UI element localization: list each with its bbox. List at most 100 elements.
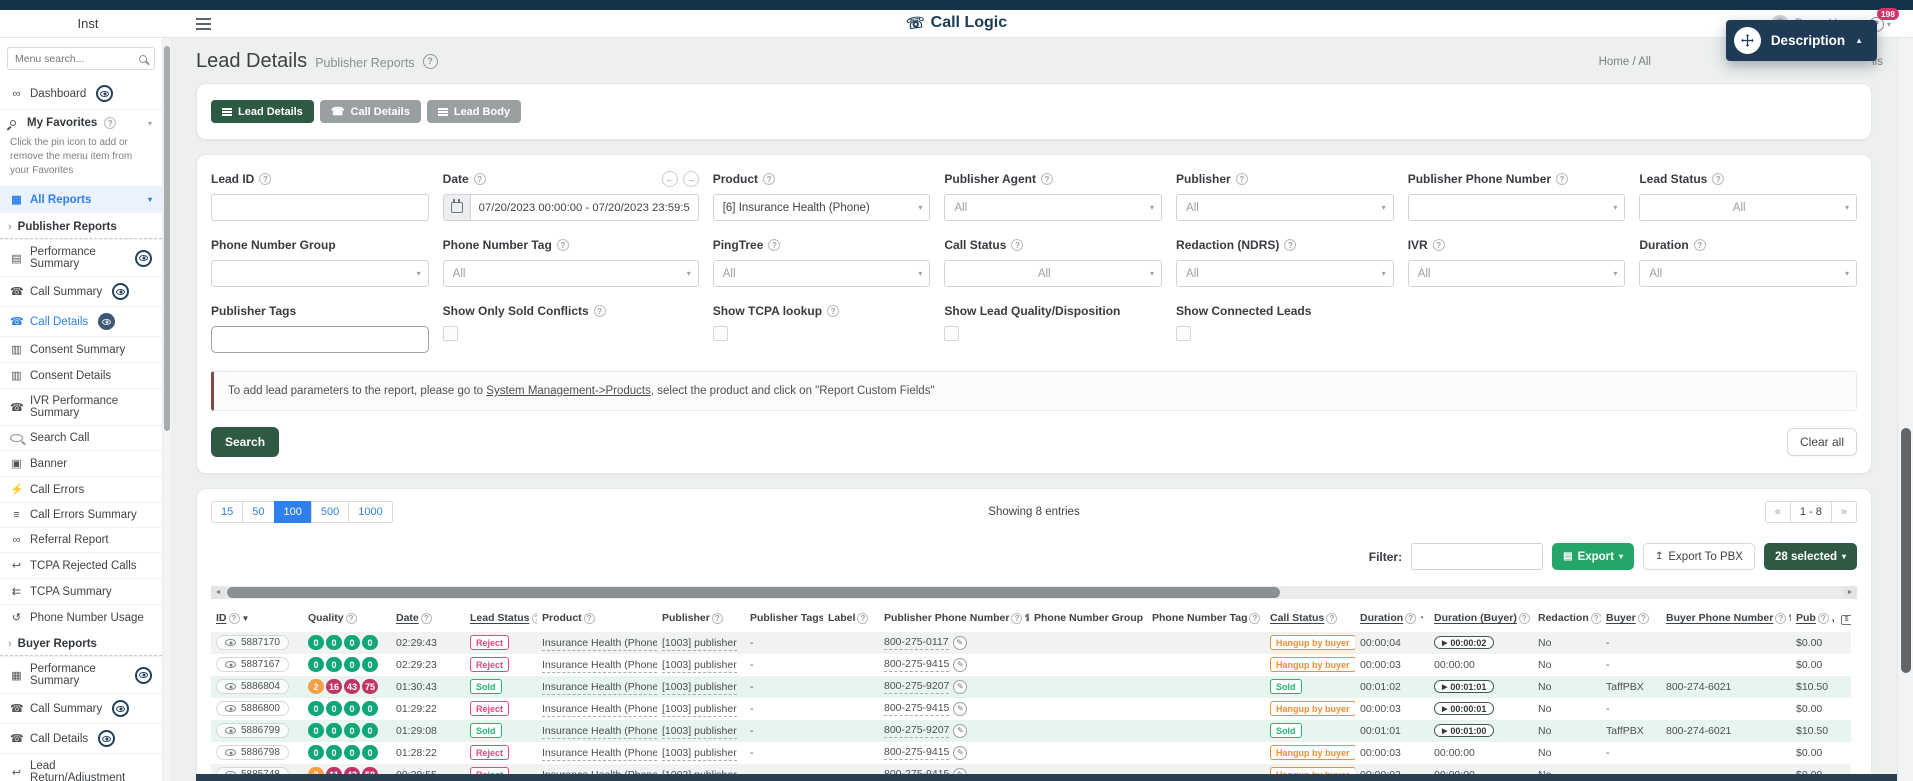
scroll-right-icon[interactable]: ► <box>1843 586 1857 599</box>
date-range-input[interactable]: 07/20/2023 00:00:00 - 07/20/2023 23:59:5 <box>442 194 699 221</box>
page-size-50[interactable]: 50 <box>242 501 275 523</box>
page-help-icon[interactable]: ? <box>422 54 438 69</box>
publisher-agent-select[interactable]: All ▾ <box>944 194 1163 221</box>
column-header-pub[interactable]: Pub? , $ <box>1791 603 1851 632</box>
date-prev-button[interactable]: ← <box>661 171 678 187</box>
pingtree-select[interactable]: All ▾ <box>712 260 931 287</box>
publisher-link[interactable]: [1003] publisher <box>662 724 737 739</box>
pager-prev-button[interactable]: « <box>1764 501 1791 523</box>
eye-icon[interactable] <box>225 727 236 734</box>
publisher-phone-link[interactable]: 800-275-9207 <box>884 680 950 695</box>
sidebar-item-call-details[interactable]: ☎ Call Details <box>0 723 162 753</box>
product-link[interactable]: Insurance Health (Phone) <box>542 724 657 739</box>
publisher-link[interactable]: [1003] publisher <box>662 658 737 673</box>
column-header-phone-number-tag[interactable]: Phone Number Tag? <box>1147 603 1265 632</box>
sidebar-item-tcpa-summary[interactable]: ⇇ TCPA Summary <box>0 578 162 604</box>
page-size-1000[interactable]: 1000 <box>348 501 393 523</box>
section-header-buyer-reports[interactable]: › Buyer Reports <box>0 630 162 656</box>
column-header-call-status[interactable]: Call Status? <box>1265 603 1355 632</box>
column-header-duration[interactable]: Duration? ◔ <box>1355 603 1429 632</box>
sidebar-item-consent-summary[interactable]: ▥ Consent Summary <box>0 336 162 362</box>
column-header-product[interactable]: Product? <box>537 603 657 632</box>
publisher-phone-number-select[interactable]: ▾ <box>1407 194 1626 221</box>
show-only-sold-conflicts-checkbox[interactable] <box>442 326 458 341</box>
publisher-phone-link[interactable]: 800-275-9207 <box>884 724 950 739</box>
system-management-link[interactable]: System Management->Products <box>486 385 651 397</box>
column-header-publisher-phone-number[interactable]: Publisher Phone Number?☎ <box>879 603 1029 632</box>
lead-status-select[interactable]: All ▾ <box>1639 194 1857 221</box>
date-next-button[interactable]: → <box>682 171 699 187</box>
sidebar-item-phone-number-usage[interactable]: ↺ Phone Number Usage <box>0 604 162 630</box>
selected-columns-button[interactable]: 28 selected ▾ <box>1763 543 1857 570</box>
eye-icon[interactable] <box>112 700 130 717</box>
tab-lead-details[interactable]: Lead Details <box>211 100 314 123</box>
play-recording-button[interactable]: ▶ 00:01:00 <box>1434 724 1495 738</box>
show-connected-leads-checkbox[interactable] <box>1176 326 1192 341</box>
lead-id-pill[interactable]: 5886798 <box>216 745 289 760</box>
section-header-publisher-reports[interactable]: › Publisher Reports <box>0 213 162 239</box>
publisher-link[interactable]: [1003] publisher <box>662 680 737 695</box>
publisher-link[interactable]: [1003] publisher <box>662 702 737 717</box>
sidebar-item-call-errors[interactable]: ⚡ Call Errors <box>0 476 162 502</box>
lead-id-pill[interactable]: 5887167 <box>216 657 289 672</box>
page-size-100[interactable]: 100 <box>273 501 312 523</box>
sidebar-item-call-summary[interactable]: ☎ Call Summary <box>0 276 162 306</box>
lead-id-pill[interactable]: 5886799 <box>216 723 289 738</box>
publisher-phone-link[interactable]: 800-275-9415 <box>884 702 950 717</box>
sidebar-item-dashboard[interactable]: ∞ Dashboard <box>0 78 162 109</box>
column-header-label[interactable]: Label? <box>823 603 879 632</box>
column-header-date[interactable]: Date? <box>391 603 465 632</box>
page-size-15[interactable]: 15 <box>211 501 244 523</box>
product-link[interactable]: Insurance Health (Phone) <box>542 746 657 761</box>
publisher-link[interactable]: [1003] publisher <box>662 746 737 761</box>
column-header-duration-buyer[interactable]: Duration (Buyer)?◔ <box>1429 603 1533 632</box>
bottom-scrollbar[interactable] <box>196 774 1897 781</box>
show-tcpa-lookup-checkbox[interactable] <box>712 326 728 341</box>
sidebar-item-ivr-performance-summary[interactable]: ☎ IVR Performance Summary <box>0 388 162 425</box>
page-scrollbar-thumb[interactable] <box>1901 428 1911 673</box>
phone-number-group-select[interactable]: ▾ <box>211 260 429 287</box>
edit-icon[interactable]: ✎ <box>953 723 968 738</box>
eye-icon[interactable] <box>225 639 236 646</box>
export-button[interactable]: ▤ Export ▾ <box>1552 543 1634 570</box>
horizontal-scrollbar[interactable]: ◄ ► <box>211 586 1857 599</box>
phone-number-tag-select[interactable]: All ▾ <box>442 260 699 287</box>
eye-icon[interactable] <box>225 661 236 668</box>
sidebar-favorites-header[interactable]: My Favorites ? ▾ <box>0 110 162 136</box>
duration-select[interactable]: All ▾ <box>1639 260 1857 287</box>
menu-search-input[interactable] <box>15 52 134 65</box>
publisher-phone-link[interactable]: 800-275-9415 <box>884 746 950 761</box>
sidebar-scrollbar[interactable] <box>163 38 171 781</box>
product-link[interactable]: Insurance Health (Phone) <box>542 636 657 651</box>
product-link[interactable]: Insurance Health (Phone) <box>542 658 657 673</box>
column-header-lead-status[interactable]: Lead Status? <box>465 603 537 632</box>
page-scrollbar[interactable] <box>1897 38 1913 781</box>
column-header-phone-number-group[interactable]: Phone Number Group <box>1029 603 1147 632</box>
redaction-ndrs-select[interactable]: All ▾ <box>1176 260 1394 287</box>
publisher-link[interactable]: [1003] publisher <box>662 636 737 651</box>
sidebar-item-call-errors-summary[interactable]: ≡ Call Errors Summary <box>0 502 162 527</box>
menu-toggle-icon[interactable] <box>196 18 211 33</box>
publisher-tags-input[interactable] <box>211 326 429 353</box>
edit-icon[interactable]: ✎ <box>952 635 967 650</box>
column-header-id[interactable]: ID? ▼ <box>211 603 303 632</box>
product-link[interactable]: Insurance Health (Phone) <box>542 702 657 717</box>
column-header-redaction[interactable]: Redaction? <box>1533 603 1601 632</box>
clear-all-button[interactable]: Clear all <box>1786 428 1857 456</box>
eye-icon[interactable] <box>225 705 236 712</box>
column-header-publisher[interactable]: Publisher? <box>657 603 745 632</box>
eye-icon[interactable] <box>225 749 236 756</box>
publisher-phone-link[interactable]: 800-275-9415 <box>884 658 950 673</box>
column-header-buyer-phone-number[interactable]: Buyer Phone Number?☎ <box>1661 603 1791 632</box>
sidebar-item-performance-summary[interactable]: ▤ Performance Summary <box>0 239 162 276</box>
column-header-quality[interactable]: Quality? <box>303 603 391 632</box>
edit-icon[interactable]: ✎ <box>953 745 968 760</box>
show-lead-quality-disposition-checkbox[interactable] <box>944 326 960 341</box>
breadcrumb[interactable]: Home / All <box>1599 56 1651 68</box>
export-to-pbx-button[interactable]: ↥ Export To PBX <box>1643 543 1755 570</box>
edit-icon[interactable]: ✎ <box>953 701 968 716</box>
play-recording-button[interactable]: ▶ 00:00:01 <box>1434 702 1495 716</box>
eye-icon[interactable] <box>98 313 116 330</box>
sidebar-item-banner[interactable]: ▣ Banner <box>0 450 162 476</box>
pager-next-button[interactable]: » <box>1830 501 1857 523</box>
